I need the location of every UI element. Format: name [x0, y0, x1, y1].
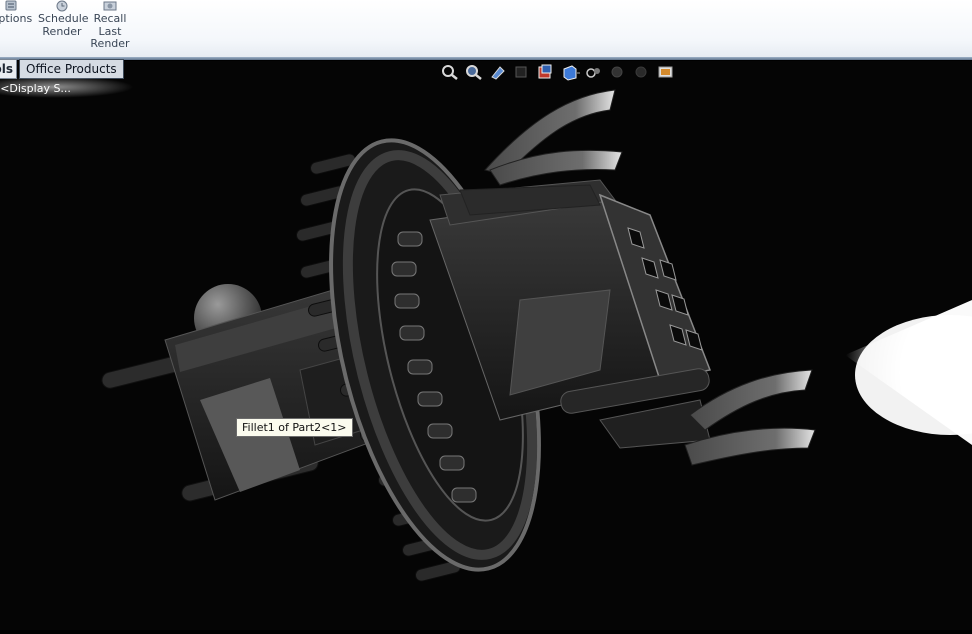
- entity-tooltip: Fillet1 of Part2<1>: [236, 418, 353, 437]
- display-style-icon[interactable]: [584, 63, 604, 81]
- zoom-to-fit-icon[interactable]: [440, 63, 460, 81]
- recall-last-render-button[interactable]: Recall Last Render: [88, 0, 132, 51]
- heads-up-view-toolbar: [440, 63, 676, 83]
- feature-tree-display-state[interactable]: Default<Display S...: [0, 82, 71, 95]
- ribbon-toolbar: Options Schedule Render Recall Last Rend…: [0, 0, 972, 58]
- model-render: [0, 61, 972, 630]
- zoom-to-area-icon[interactable]: [464, 63, 484, 81]
- graphics-viewport[interactable]: [0, 61, 972, 630]
- schedule-render-label: Schedule Render: [38, 12, 89, 38]
- view-settings-icon[interactable]: [656, 63, 676, 81]
- options-icon: [4, 0, 18, 12]
- options-button[interactable]: Options: [0, 0, 34, 26]
- schedule-render-button[interactable]: Schedule Render: [38, 0, 89, 38]
- dynamic-annotation-icon[interactable]: [536, 63, 556, 81]
- view-orientation-icon[interactable]: [560, 63, 580, 81]
- ribbon-divider: [0, 57, 972, 60]
- section-view-icon[interactable]: [512, 63, 532, 81]
- schedule-render-icon: [55, 0, 69, 12]
- hide-show-items-icon[interactable]: [608, 63, 628, 81]
- edit-appearance-icon[interactable]: [632, 63, 652, 81]
- previous-view-icon[interactable]: [488, 63, 508, 81]
- options-label: Options: [0, 12, 33, 25]
- recall-last-render-label: Recall Last Render: [90, 12, 130, 50]
- recall-render-icon: [103, 0, 117, 12]
